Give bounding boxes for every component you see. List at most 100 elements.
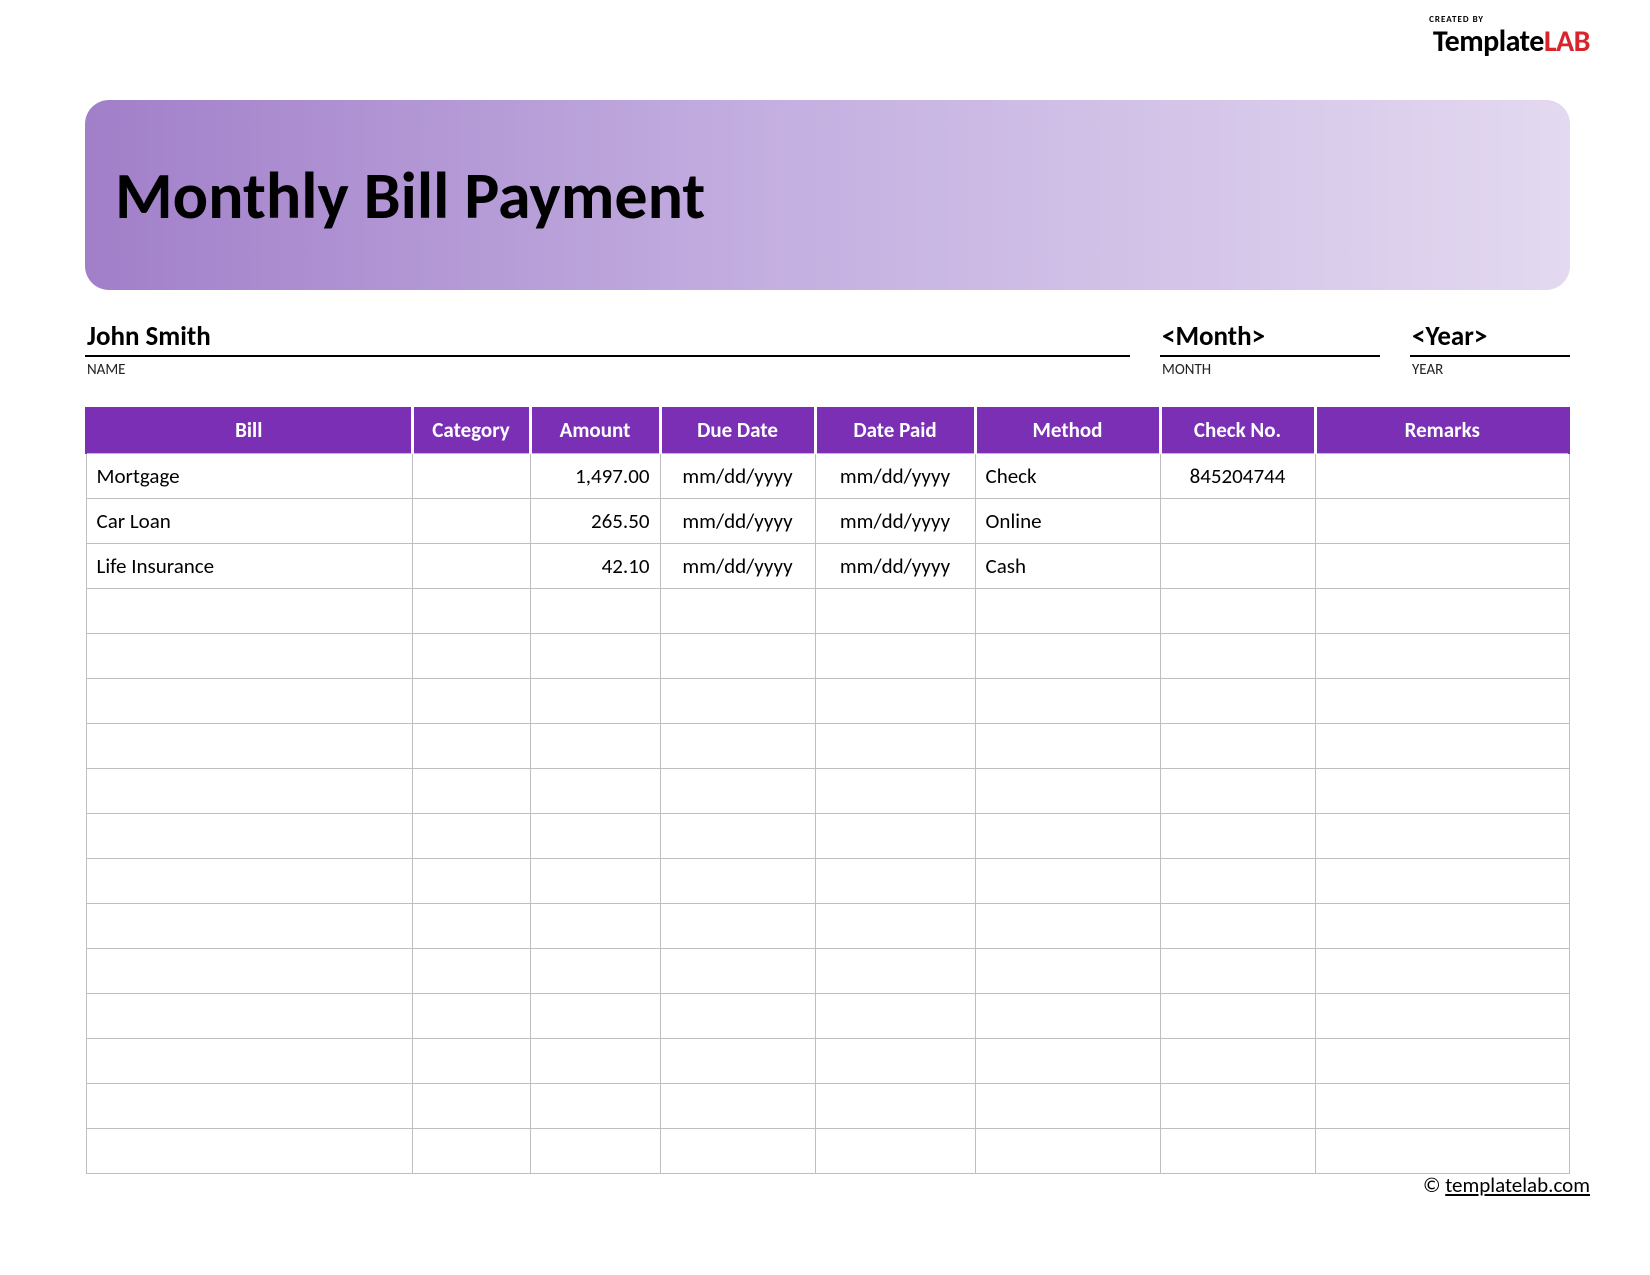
- cell-due_date[interactable]: mm/dd/yyyy: [660, 499, 815, 544]
- cell-amount[interactable]: [530, 994, 660, 1039]
- cell-due_date[interactable]: [660, 679, 815, 724]
- cell-date_paid[interactable]: [815, 904, 975, 949]
- cell-remarks[interactable]: [1315, 454, 1569, 499]
- cell-due_date[interactable]: [660, 1084, 815, 1129]
- cell-amount[interactable]: [530, 769, 660, 814]
- cell-bill[interactable]: [86, 859, 412, 904]
- cell-date_paid[interactable]: [815, 724, 975, 769]
- cell-method[interactable]: [975, 949, 1160, 994]
- cell-remarks[interactable]: [1315, 679, 1569, 724]
- cell-due_date[interactable]: [660, 634, 815, 679]
- cell-category[interactable]: [412, 499, 530, 544]
- cell-check_no[interactable]: [1160, 724, 1315, 769]
- cell-remarks[interactable]: [1315, 544, 1569, 589]
- cell-category[interactable]: [412, 1039, 530, 1084]
- cell-category[interactable]: [412, 454, 530, 499]
- cell-check_no[interactable]: 845204744: [1160, 454, 1315, 499]
- cell-due_date[interactable]: mm/dd/yyyy: [660, 454, 815, 499]
- cell-remarks[interactable]: [1315, 994, 1569, 1039]
- cell-due_date[interactable]: [660, 859, 815, 904]
- cell-amount[interactable]: [530, 1129, 660, 1174]
- cell-bill[interactable]: Car Loan: [86, 499, 412, 544]
- cell-bill[interactable]: [86, 1129, 412, 1174]
- cell-amount[interactable]: [530, 1039, 660, 1084]
- cell-category[interactable]: [412, 814, 530, 859]
- cell-due_date[interactable]: [660, 1129, 815, 1174]
- cell-amount[interactable]: [530, 589, 660, 634]
- cell-amount[interactable]: [530, 814, 660, 859]
- cell-check_no[interactable]: [1160, 634, 1315, 679]
- cell-remarks[interactable]: [1315, 949, 1569, 994]
- cell-date_paid[interactable]: [815, 589, 975, 634]
- cell-remarks[interactable]: [1315, 589, 1569, 634]
- cell-category[interactable]: [412, 949, 530, 994]
- cell-category[interactable]: [412, 859, 530, 904]
- cell-date_paid[interactable]: [815, 769, 975, 814]
- cell-bill[interactable]: [86, 994, 412, 1039]
- cell-check_no[interactable]: [1160, 814, 1315, 859]
- cell-amount[interactable]: [530, 634, 660, 679]
- cell-method[interactable]: [975, 769, 1160, 814]
- cell-amount[interactable]: [530, 949, 660, 994]
- cell-due_date[interactable]: [660, 769, 815, 814]
- cell-date_paid[interactable]: mm/dd/yyyy: [815, 544, 975, 589]
- cell-bill[interactable]: Life Insurance: [86, 544, 412, 589]
- cell-due_date[interactable]: [660, 904, 815, 949]
- cell-bill[interactable]: Mortgage: [86, 454, 412, 499]
- cell-amount[interactable]: 1,497.00: [530, 454, 660, 499]
- cell-method[interactable]: [975, 634, 1160, 679]
- cell-date_paid[interactable]: [815, 859, 975, 904]
- cell-date_paid[interactable]: [815, 814, 975, 859]
- cell-bill[interactable]: [86, 1039, 412, 1084]
- cell-bill[interactable]: [86, 814, 412, 859]
- cell-amount[interactable]: 265.50: [530, 499, 660, 544]
- cell-method[interactable]: [975, 814, 1160, 859]
- cell-date_paid[interactable]: [815, 679, 975, 724]
- cell-method[interactable]: [975, 904, 1160, 949]
- cell-date_paid[interactable]: [815, 634, 975, 679]
- cell-check_no[interactable]: [1160, 769, 1315, 814]
- cell-category[interactable]: [412, 1129, 530, 1174]
- cell-check_no[interactable]: [1160, 1039, 1315, 1084]
- cell-date_paid[interactable]: [815, 1039, 975, 1084]
- cell-check_no[interactable]: [1160, 859, 1315, 904]
- cell-remarks[interactable]: [1315, 634, 1569, 679]
- cell-category[interactable]: [412, 634, 530, 679]
- cell-due_date[interactable]: [660, 994, 815, 1039]
- cell-category[interactable]: [412, 904, 530, 949]
- cell-due_date[interactable]: [660, 814, 815, 859]
- cell-remarks[interactable]: [1315, 499, 1569, 544]
- cell-method[interactable]: [975, 1129, 1160, 1174]
- cell-remarks[interactable]: [1315, 1084, 1569, 1129]
- cell-method[interactable]: Cash: [975, 544, 1160, 589]
- cell-bill[interactable]: [86, 634, 412, 679]
- cell-remarks[interactable]: [1315, 1129, 1569, 1174]
- cell-bill[interactable]: [86, 724, 412, 769]
- cell-category[interactable]: [412, 724, 530, 769]
- cell-date_paid[interactable]: [815, 1084, 975, 1129]
- cell-bill[interactable]: [86, 1084, 412, 1129]
- cell-date_paid[interactable]: mm/dd/yyyy: [815, 499, 975, 544]
- cell-date_paid[interactable]: [815, 949, 975, 994]
- cell-amount[interactable]: [530, 859, 660, 904]
- cell-check_no[interactable]: [1160, 499, 1315, 544]
- cell-bill[interactable]: [86, 769, 412, 814]
- name-value[interactable]: John Smith: [85, 320, 1130, 357]
- cell-remarks[interactable]: [1315, 724, 1569, 769]
- cell-due_date[interactable]: [660, 589, 815, 634]
- cell-bill[interactable]: [86, 679, 412, 724]
- cell-check_no[interactable]: [1160, 1084, 1315, 1129]
- cell-category[interactable]: [412, 994, 530, 1039]
- cell-date_paid[interactable]: [815, 1129, 975, 1174]
- cell-date_paid[interactable]: [815, 994, 975, 1039]
- cell-method[interactable]: [975, 679, 1160, 724]
- cell-bill[interactable]: [86, 904, 412, 949]
- cell-method[interactable]: [975, 1084, 1160, 1129]
- cell-check_no[interactable]: [1160, 1129, 1315, 1174]
- cell-method[interactable]: [975, 724, 1160, 769]
- cell-remarks[interactable]: [1315, 1039, 1569, 1084]
- cell-category[interactable]: [412, 769, 530, 814]
- cell-check_no[interactable]: [1160, 994, 1315, 1039]
- cell-bill[interactable]: [86, 949, 412, 994]
- cell-due_date[interactable]: [660, 949, 815, 994]
